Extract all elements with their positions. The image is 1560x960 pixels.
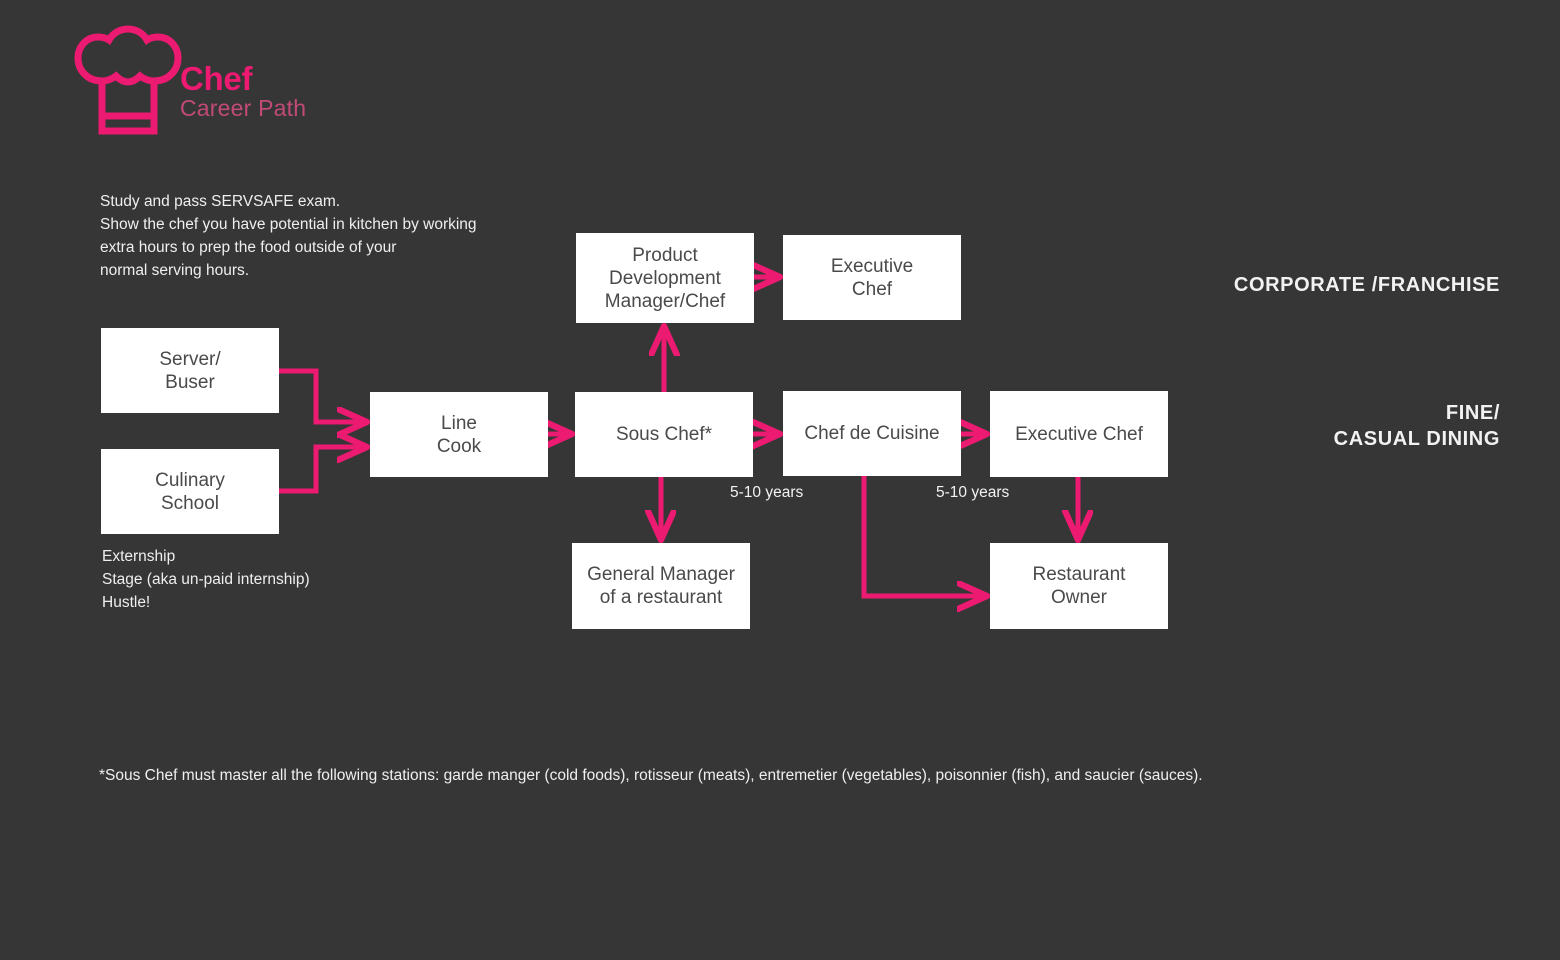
logo: Chef Career Path — [70, 24, 400, 139]
node-sous-chef[interactable]: Sous Chef* — [575, 392, 753, 477]
edge-label-sous-to-cdc-years: 5-10 years — [730, 484, 804, 501]
lane-label-corporate: CORPORATE /FRANCHISE — [1233, 274, 1500, 296]
node-server-buser[interactable]: Server/ Buser — [101, 328, 279, 413]
note-entry-requirements: Study and pass SERVSAFE exam. Show the c… — [100, 193, 477, 279]
edge-label-cdc-to-exec-years: 5-10 years — [936, 484, 1010, 501]
edge-culinary-to-line-cook — [279, 447, 364, 494]
node-restaurant-owner[interactable]: Restaurant Owner — [990, 543, 1168, 629]
footnote-sous-chef-stations: *Sous Chef must master all the following… — [99, 767, 1203, 784]
logo-text: Chef Career Path — [180, 62, 306, 120]
node-line-cook[interactable]: Line Cook — [370, 392, 548, 477]
logo-title: Chef — [180, 60, 253, 97]
node-product-dev-manager[interactable]: Product Development Manager/Chef — [576, 233, 754, 323]
note-experience-tips: Externship Stage (aka un-paid internship… — [102, 548, 310, 611]
diagram-canvas: Chef Career Path Study and pass SERVSAFE… — [0, 0, 1560, 960]
edge-server-to-line-cook — [279, 368, 364, 422]
logo-subtitle: Career Path — [180, 95, 307, 121]
node-executive-chef-fine[interactable]: Executive Chef — [990, 391, 1168, 477]
node-executive-chef-corp[interactable]: Executive Chef — [783, 235, 961, 320]
chef-hat-icon — [74, 25, 182, 135]
node-chef-de-cuisine[interactable]: Chef de Cuisine — [783, 391, 961, 476]
node-culinary-school[interactable]: Culinary School — [101, 449, 279, 534]
node-general-manager[interactable]: General Manager of a restaurant — [572, 543, 750, 629]
